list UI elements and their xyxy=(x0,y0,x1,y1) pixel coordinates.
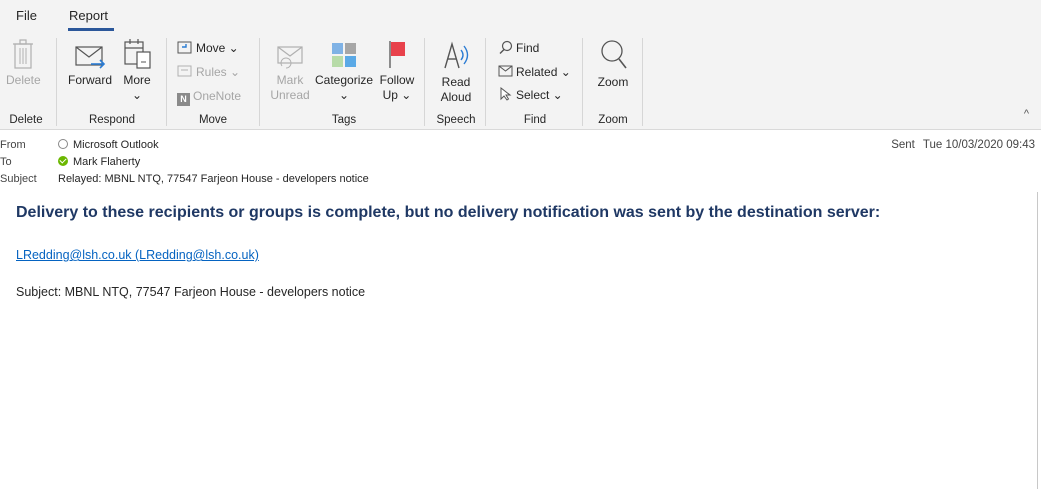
ribbon: Delete Delete Forward More ⌄ Respond Mov… xyxy=(0,32,1041,130)
trash-icon xyxy=(13,39,33,69)
divider xyxy=(642,38,643,126)
presence-available-icon xyxy=(58,156,68,166)
mark-unread-label-1: Mark xyxy=(276,73,304,87)
follow-up-button[interactable]: Follow Up ⌄ xyxy=(376,38,418,103)
read-label: Read xyxy=(441,75,471,89)
divider xyxy=(259,38,260,126)
follow-label-1: Follow xyxy=(379,73,415,87)
read-aloud-button[interactable]: Read Aloud xyxy=(434,38,478,105)
delivery-notice: Delivery to these recipients or groups i… xyxy=(16,204,881,221)
mark-unread-icon xyxy=(277,46,303,69)
sent-date: Tue 10/03/2020 09:43 xyxy=(922,139,1035,151)
categorize-label: Categorize xyxy=(315,73,374,87)
calendar-reply-icon xyxy=(124,39,151,69)
to-label: To xyxy=(0,156,12,168)
from-label: From xyxy=(0,139,26,151)
more-label: More xyxy=(123,73,151,87)
group-label-tags: Tags xyxy=(331,114,357,126)
group-label-move: Move xyxy=(198,114,228,126)
message-body: Delivery to these recipients or groups i… xyxy=(6,192,1038,489)
rules-icon xyxy=(177,65,192,77)
related-button[interactable]: Related ⌄ xyxy=(498,64,571,79)
group-label-delete: Delete xyxy=(9,114,43,126)
rules-label: Rules ⌄ xyxy=(196,65,241,79)
flag-icon xyxy=(389,41,405,68)
move-folder-icon xyxy=(177,41,192,54)
subject-label: Subject xyxy=(0,173,37,185)
forward-mail-icon xyxy=(75,46,106,69)
divider xyxy=(582,38,583,126)
related-label: Related ⌄ xyxy=(516,65,571,79)
aloud-label: Aloud xyxy=(440,90,472,104)
active-tab-indicator xyxy=(68,28,114,31)
presence-unknown-icon xyxy=(58,139,68,149)
group-label-zoom: Zoom xyxy=(598,114,628,126)
group-label-find: Find xyxy=(523,114,547,126)
onenote-button[interactable]: N OneNote xyxy=(177,89,241,106)
tab-file[interactable]: File xyxy=(16,8,37,23)
divider xyxy=(485,38,486,126)
sent-label: Sent xyxy=(891,139,915,151)
body-subject-line: Subject: MBNL NTQ, 77547 Farjeon House -… xyxy=(16,285,366,299)
select-label: Select ⌄ xyxy=(516,88,563,102)
zoom-magnifier-icon xyxy=(601,40,627,69)
mark-unread-button[interactable]: Mark Unread xyxy=(268,42,312,103)
read-aloud-icon xyxy=(444,41,469,69)
move-button[interactable]: Move ⌄ xyxy=(177,40,239,55)
find-button[interactable]: Find xyxy=(498,40,539,55)
find-label: Find xyxy=(516,41,540,55)
cursor-arrow-icon xyxy=(500,87,512,101)
forward-label: Forward xyxy=(67,73,112,87)
mark-unread-label-2: Unread xyxy=(270,88,310,102)
related-mail-icon xyxy=(498,65,513,77)
chevron-down-icon: ⌄ xyxy=(338,88,350,102)
group-label-respond: Respond xyxy=(88,114,136,126)
categorize-button[interactable]: Categorize ⌄ xyxy=(315,40,373,103)
zoom-button[interactable]: Zoom xyxy=(592,38,634,90)
collapse-ribbon-icon[interactable]: ^ xyxy=(1024,108,1029,120)
subject-value: Relayed: MBNL NTQ, 77547 Farjeon House -… xyxy=(58,173,369,185)
delete-label: Delete xyxy=(6,73,41,87)
zoom-label: Zoom xyxy=(597,75,629,89)
select-button[interactable]: Select ⌄ xyxy=(498,87,563,102)
divider xyxy=(56,38,57,126)
forward-button[interactable]: Forward xyxy=(64,42,116,88)
from-value[interactable]: Microsoft Outlook xyxy=(58,139,159,151)
divider xyxy=(166,38,167,126)
chevron-down-icon: ⌄ xyxy=(131,88,143,102)
ribbon-tab-bar: File Report xyxy=(0,0,1041,32)
recipient-link[interactable]: LRedding@lsh.co.uk (LRedding@lsh.co.uk) xyxy=(16,248,259,262)
to-name: Mark Flaherty xyxy=(73,156,141,168)
tab-report[interactable]: Report xyxy=(69,8,108,23)
move-label: Move ⌄ xyxy=(196,41,239,55)
onenote-icon: N xyxy=(177,93,190,106)
group-label-speech: Speech xyxy=(436,114,476,126)
follow-label-2: Up ⌄ xyxy=(382,88,412,102)
divider xyxy=(424,38,425,126)
more-respond-button[interactable]: More ⌄ xyxy=(120,36,154,103)
rules-button[interactable]: Rules ⌄ xyxy=(177,64,240,79)
onenote-label: OneNote xyxy=(193,89,242,103)
from-name: Microsoft Outlook xyxy=(73,139,159,151)
categorize-icon xyxy=(332,43,356,67)
to-value[interactable]: Mark Flaherty xyxy=(58,156,140,168)
sent-info: Sent Tue 10/03/2020 09:43 xyxy=(891,139,1035,151)
delete-button[interactable]: Delete xyxy=(6,38,41,88)
search-icon xyxy=(499,40,513,54)
